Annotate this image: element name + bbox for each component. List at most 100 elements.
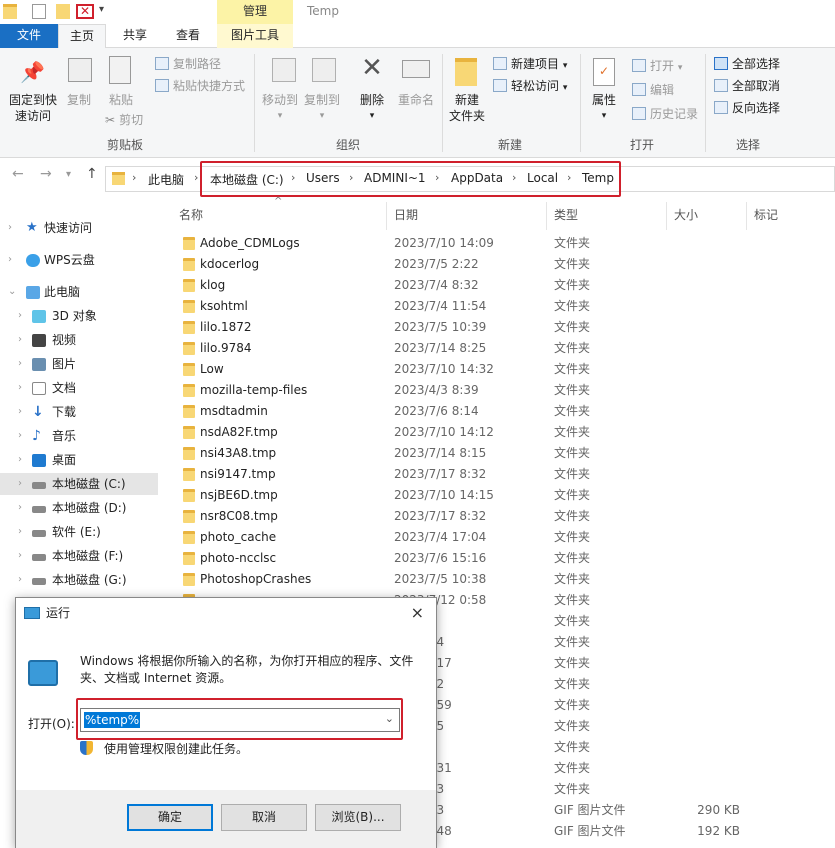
table-row[interactable]: PhotoshopCrashes 2023/7/5 10:38 文件夹 — [160, 569, 835, 590]
browse-button[interactable]: 浏览(B)... — [315, 804, 401, 831]
nav-item-3d-objects[interactable]: › 3D 对象 — [0, 305, 158, 327]
table-row[interactable]: Adobe_CDMLogs 2023/7/10 14:09 文件夹 — [160, 233, 835, 254]
copy-icon — [68, 58, 92, 82]
select-all-button[interactable]: 全部选择 — [714, 56, 780, 72]
column-header-name[interactable]: 名称 — [179, 206, 203, 223]
new-folder-button[interactable]: 新建 文件夹 — [442, 92, 492, 124]
table-row[interactable]: kdocerlog 2023/7/5 2:22 文件夹 — [160, 254, 835, 275]
edit-button[interactable]: 编辑 — [632, 82, 674, 98]
folder-icon — [3, 4, 17, 19]
rename-button[interactable]: 重命名 — [392, 92, 440, 108]
file-type: 文件夹 — [554, 761, 591, 775]
nav-item-videos[interactable]: › 视频 — [0, 329, 158, 351]
tab-view[interactable]: 查看 — [164, 24, 212, 48]
chevron-right-icon: › — [18, 334, 22, 345]
nav-item-drive-g[interactable]: › 本地磁盘 (G:) — [0, 569, 158, 591]
table-row[interactable]: photo-ncclsc 2023/7/6 15:16 文件夹 — [160, 548, 835, 569]
tab-file[interactable]: 文件 — [0, 24, 58, 48]
close-icon[interactable]: × — [411, 598, 424, 628]
move-to-icon — [272, 58, 296, 82]
table-row[interactable]: nsjBE6D.tmp 2023/7/10 14:15 文件夹 — [160, 485, 835, 506]
table-row[interactable]: nsr8C08.tmp 2023/7/17 8:32 文件夹 — [160, 506, 835, 527]
nav-item-pictures[interactable]: › 图片 — [0, 353, 158, 375]
pin-quick-access-button[interactable]: 固定到快 速访问 — [2, 92, 64, 124]
nav-item-drive-f[interactable]: › 本地磁盘 (F:) — [0, 545, 158, 567]
new-item-button[interactable]: 新建项目 ▾ — [493, 56, 567, 74]
drive-icon — [32, 578, 46, 585]
table-row[interactable]: Low 2023/7/10 14:32 文件夹 — [160, 359, 835, 380]
copy-button[interactable]: 复制 — [62, 92, 96, 108]
table-row[interactable]: klog 2023/7/4 8:32 文件夹 — [160, 275, 835, 296]
table-row[interactable]: ksohtml 2023/7/4 11:54 文件夹 — [160, 296, 835, 317]
tab-picture-tools[interactable]: 图片工具 — [217, 24, 293, 48]
nav-item-this-pc[interactable]: ⌄ 此电脑 — [0, 281, 158, 303]
easy-access-button[interactable]: 轻松访问 ▾ — [493, 78, 567, 96]
edit-icon — [632, 83, 646, 96]
folder-icon — [183, 384, 195, 397]
table-row[interactable]: msdtadmin 2023/7/6 8:14 文件夹 — [160, 401, 835, 422]
chevron-right-icon: › — [18, 406, 22, 417]
new-folder-icon[interactable] — [56, 4, 70, 19]
folder-icon — [183, 426, 195, 439]
paste-shortcut-button[interactable]: 粘贴快捷方式 — [155, 78, 245, 94]
music-icon: ♪ — [32, 428, 41, 444]
move-to-button[interactable]: 移动到 ▾ — [258, 92, 302, 124]
history-button[interactable]: 历史记录 — [632, 106, 698, 122]
file-type: 文件夹 — [554, 782, 591, 796]
column-divider[interactable] — [386, 202, 387, 230]
table-row[interactable]: lilo.1872 2023/7/5 10:39 文件夹 — [160, 317, 835, 338]
paste-button[interactable]: 粘贴 — [104, 92, 138, 108]
up-arrow-icon[interactable]: ↑ — [86, 166, 98, 182]
select-none-button[interactable]: 全部取消 — [714, 78, 780, 94]
nav-item-drive-e[interactable]: › 软件 (E:) — [0, 521, 158, 543]
copy-path-button[interactable]: 复制路径 — [155, 56, 221, 72]
forward-arrow-icon[interactable]: → — [40, 166, 52, 182]
nav-item-quick-access[interactable]: › ★ 快速访问 — [0, 217, 158, 239]
chevron-right-icon: › — [18, 454, 22, 465]
delete-button[interactable]: 删除 ▾ — [352, 92, 392, 124]
properties-button[interactable]: 属性 ▾ — [584, 92, 624, 124]
nav-item-wps-cloud[interactable]: › WPS云盘 — [0, 249, 158, 271]
open-button[interactable]: 打开 ▾ — [632, 58, 682, 76]
divider — [705, 54, 706, 152]
qa-dropdown-icon[interactable]: ▾ — [99, 4, 104, 15]
back-arrow-icon[interactable]: ← — [12, 166, 24, 182]
breadcrumb-this-pc[interactable]: 此电脑 — [148, 171, 184, 188]
delete-x-icon[interactable]: ✕ — [76, 4, 94, 19]
nav-item-documents[interactable]: › 文档 — [0, 377, 158, 399]
table-row[interactable]: photo_cache 2023/7/4 17:04 文件夹 — [160, 527, 835, 548]
nav-item-music[interactable]: › ♪ 音乐 — [0, 425, 158, 447]
table-row[interactable]: lilo.9784 2023/7/14 8:25 文件夹 — [160, 338, 835, 359]
recent-dropdown-icon[interactable]: ▾ — [66, 169, 71, 180]
column-header-tags[interactable]: 标记 — [754, 206, 778, 223]
nav-item-drive-c[interactable]: › 本地磁盘 (C:) — [0, 473, 158, 495]
column-header-date[interactable]: 日期 — [394, 206, 418, 223]
properties-icon: ✓ — [593, 58, 615, 86]
table-row[interactable]: nsdA82F.tmp 2023/7/10 14:12 文件夹 — [160, 422, 835, 443]
column-divider[interactable] — [546, 202, 547, 230]
copy-to-button[interactable]: 复制到 ▾ — [300, 92, 344, 124]
tab-share[interactable]: 共享 — [110, 24, 160, 48]
properties-check-icon[interactable] — [32, 4, 46, 19]
run-description: Windows 将根据你所输入的名称，为你打开相应的程序、文件夹、文档或 Int… — [80, 654, 414, 685]
table-row[interactable]: mozilla-temp-files 2023/4/3 8:39 文件夹 — [160, 380, 835, 401]
nav-item-downloads[interactable]: › ↓ 下载 — [0, 401, 158, 423]
new-item-icon — [493, 57, 507, 70]
tab-home[interactable]: 主页 — [58, 24, 106, 49]
file-type: 文件夹 — [554, 719, 591, 733]
cancel-button[interactable]: 取消 — [221, 804, 307, 831]
table-row[interactable]: nsi9147.tmp 2023/7/17 8:32 文件夹 — [160, 464, 835, 485]
nav-item-desktop[interactable]: › 桌面 — [0, 449, 158, 471]
column-divider[interactable] — [746, 202, 747, 230]
ok-button[interactable]: 确定 — [127, 804, 213, 831]
file-name: lilo.1872 — [200, 320, 252, 334]
column-divider[interactable] — [666, 202, 667, 230]
folder-icon — [112, 172, 125, 185]
column-header-size[interactable]: 大小 — [674, 206, 698, 223]
file-name: nsjBE6D.tmp — [200, 488, 278, 502]
table-row[interactable]: nsi43A8.tmp 2023/7/14 8:15 文件夹 — [160, 443, 835, 464]
invert-selection-button[interactable]: 反向选择 — [714, 100, 780, 116]
nav-item-drive-d[interactable]: › 本地磁盘 (D:) — [0, 497, 158, 519]
cut-button[interactable]: ✂ 剪切 — [105, 112, 143, 128]
column-header-type[interactable]: 类型 — [554, 206, 578, 223]
